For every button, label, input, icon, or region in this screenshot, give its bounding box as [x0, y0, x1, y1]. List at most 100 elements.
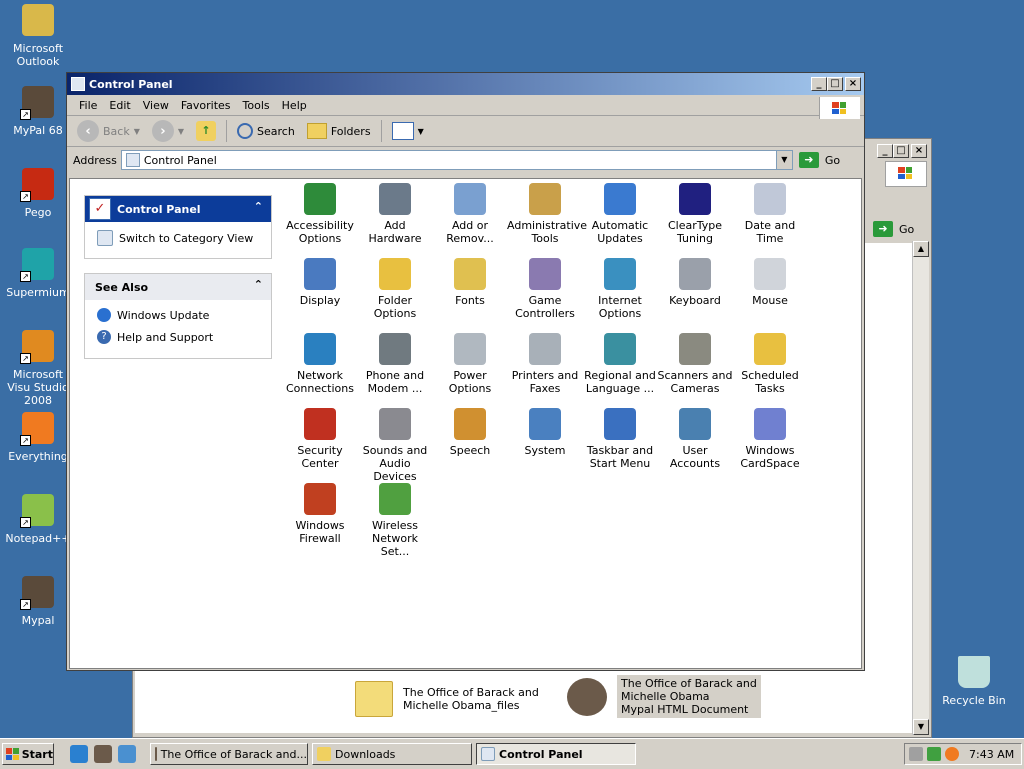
desktop-shortcut[interactable]: ↗ Pego	[0, 168, 76, 219]
applet-label: Display	[299, 294, 341, 307]
address-dropdown-button[interactable]: ▼	[775, 151, 792, 169]
control-panel-item[interactable]: Add Hardware	[357, 183, 433, 245]
desktop-shortcut[interactable]: ↗ Notepad++	[0, 494, 76, 545]
close-button[interactable]: ×	[845, 77, 861, 91]
menu-favorites[interactable]: Favorites	[175, 99, 237, 112]
forward-button[interactable]: › ▼	[148, 120, 188, 142]
search-button[interactable]: Search	[233, 123, 299, 139]
desktop-shortcut[interactable]: ↗ MyPal 68	[0, 86, 76, 137]
task-downloads[interactable]: Downloads	[312, 743, 472, 765]
desktop-shortcut[interactable]: ↗ Microsoft Visu Studio 2008	[0, 330, 76, 407]
control-panel-item[interactable]: Speech	[432, 408, 508, 457]
bg-maximize-button[interactable]: □	[893, 144, 909, 158]
control-panel-item[interactable]: Display	[282, 258, 358, 307]
help-support-link[interactable]: ? Help and Support	[85, 326, 271, 348]
control-panel-item[interactable]: Add or Remov...	[432, 183, 508, 245]
desktop-shortcut[interactable]: ↗ Mypal	[0, 576, 76, 627]
control-panel-item[interactable]: Phone and Modem ...	[357, 333, 433, 395]
menu-view[interactable]: View	[137, 99, 175, 112]
menu-edit[interactable]: Edit	[103, 99, 136, 112]
applet-label: Speech	[449, 444, 491, 457]
control-panel-item[interactable]: Game Controllers	[507, 258, 583, 320]
desktop-shortcut[interactable]: ↗ Everything	[0, 412, 76, 463]
control-panel-item[interactable]: Windows Firewall	[282, 483, 358, 545]
control-panel-item[interactable]: Wireless Network Set...	[357, 483, 433, 558]
control-panel-item[interactable]: Automatic Updates	[582, 183, 658, 245]
start-button[interactable]: Start	[2, 743, 54, 765]
internet-explorer-icon[interactable]	[70, 745, 88, 763]
control-panel-item[interactable]: Scanners and Cameras	[657, 333, 733, 395]
menu-file[interactable]: File	[73, 99, 103, 112]
everything-tray-icon[interactable]	[945, 747, 959, 761]
applet-label: Mouse	[752, 294, 788, 307]
control-panel-item[interactable]: Internet Options	[582, 258, 658, 320]
scroll-down-button[interactable]: ▼	[913, 719, 929, 735]
control-panel-item[interactable]: Keyboard	[657, 258, 733, 307]
address-bar: Address Control Panel ▼ ➜ Go	[67, 147, 864, 173]
bg-go-button[interactable]: ➜ Go	[873, 221, 914, 237]
up-button[interactable]: ↑	[192, 121, 220, 141]
back-button[interactable]: ‹ Back ▼	[73, 120, 144, 142]
window-titlebar[interactable]: Control Panel _ □ ×	[67, 73, 864, 95]
bg-minimize-button[interactable]: _	[877, 144, 893, 158]
folder-icon	[317, 747, 331, 761]
applet-label: Folder Options	[373, 294, 417, 320]
control-panel-item[interactable]: Date and Time	[732, 183, 808, 245]
applet-label: Connections	[286, 382, 354, 395]
recycle-bin-shortcut[interactable]: Recycle Bin	[936, 656, 1012, 707]
applet-label: Scanners and	[657, 369, 733, 382]
clock[interactable]: 7:43 AM	[969, 748, 1014, 761]
applet-label: Accessibility	[286, 219, 354, 232]
applet-label: Center	[301, 457, 339, 470]
mypal-quicklaunch-icon[interactable]	[94, 745, 112, 763]
task-control-panel[interactable]: Control Panel	[476, 743, 636, 765]
control-panel-item[interactable]: System	[507, 408, 583, 457]
toolbar-separator	[226, 120, 228, 142]
applet-label: System	[524, 444, 566, 457]
desktop-shortcut[interactable]: Microsoft Outlook	[0, 4, 76, 68]
control-panel-item[interactable]: Network Connections	[282, 333, 358, 395]
control-panel-item[interactable]: Security Center	[282, 408, 358, 470]
control-panel-item[interactable]: Administrative Tools	[507, 183, 587, 245]
browser-quicklaunch-icon[interactable]	[118, 745, 136, 763]
control-panel-item[interactable]: Scheduled Tasks	[732, 333, 808, 395]
task-office-barack[interactable]: The Office of Barack and...	[150, 743, 308, 765]
tray-icon[interactable]	[927, 747, 941, 761]
control-panel-item[interactable]: User Accounts	[657, 408, 733, 470]
menu-help[interactable]: Help	[276, 99, 313, 112]
views-button[interactable]: ▼	[388, 122, 428, 140]
control-panel-window[interactable]: Control Panel _ □ × File Edit View Favor…	[66, 72, 865, 671]
minimize-button[interactable]: _	[811, 77, 827, 91]
control-panel-item[interactable]: ClearType Tuning	[657, 183, 733, 245]
switch-category-link[interactable]: Switch to Category View	[85, 222, 271, 250]
control-panel-item[interactable]: Fonts	[432, 258, 508, 307]
menu-tools[interactable]: Tools	[237, 99, 276, 112]
collapse-icon[interactable]: ⌃	[254, 200, 263, 213]
see-also-header[interactable]: See Also ⌃	[85, 274, 271, 300]
collapse-icon[interactable]: ⌃	[254, 278, 263, 291]
control-panel-item[interactable]: Regional and Language ...	[582, 333, 658, 395]
folders-button[interactable]: Folders	[303, 123, 375, 139]
file-item-selected[interactable]: The Office of Barack and Michelle Obama …	[567, 675, 761, 718]
maximize-button[interactable]: □	[827, 77, 843, 91]
go-button[interactable]: ➜ Go	[798, 152, 840, 168]
control-panel-item[interactable]: Accessibility Options	[282, 183, 358, 245]
control-panel-item[interactable]: Sounds and Audio Devices	[357, 408, 433, 483]
desktop-shortcut[interactable]: ↗ Supermium	[0, 248, 76, 299]
task-pane-header[interactable]: ✓ Control Panel ⌃	[85, 196, 271, 222]
control-panel-item[interactable]: Power Options	[432, 333, 508, 395]
bg-close-button[interactable]: ×	[911, 144, 927, 158]
control-panel-item[interactable]: Printers and Faxes	[507, 333, 583, 395]
control-panel-item[interactable]: Taskbar and Start Menu	[582, 408, 658, 470]
file-name-line: Michelle Obama	[621, 690, 710, 703]
address-input[interactable]: Control Panel ▼	[120, 150, 793, 170]
file-item[interactable]: The Office of Barack and Michelle Obama_…	[355, 681, 539, 717]
desktop-shortcut-label: Notepad++	[5, 532, 71, 545]
control-panel-item[interactable]: Mouse	[732, 258, 808, 307]
scroll-up-button[interactable]: ▲	[913, 241, 929, 257]
bg-vertical-scrollbar[interactable]: ▲ ▼	[912, 241, 929, 735]
control-panel-item[interactable]: Windows CardSpace	[732, 408, 808, 470]
control-panel-item[interactable]: Folder Options	[357, 258, 433, 320]
tray-icon[interactable]	[909, 747, 923, 761]
windows-update-link[interactable]: Windows Update	[85, 300, 271, 326]
